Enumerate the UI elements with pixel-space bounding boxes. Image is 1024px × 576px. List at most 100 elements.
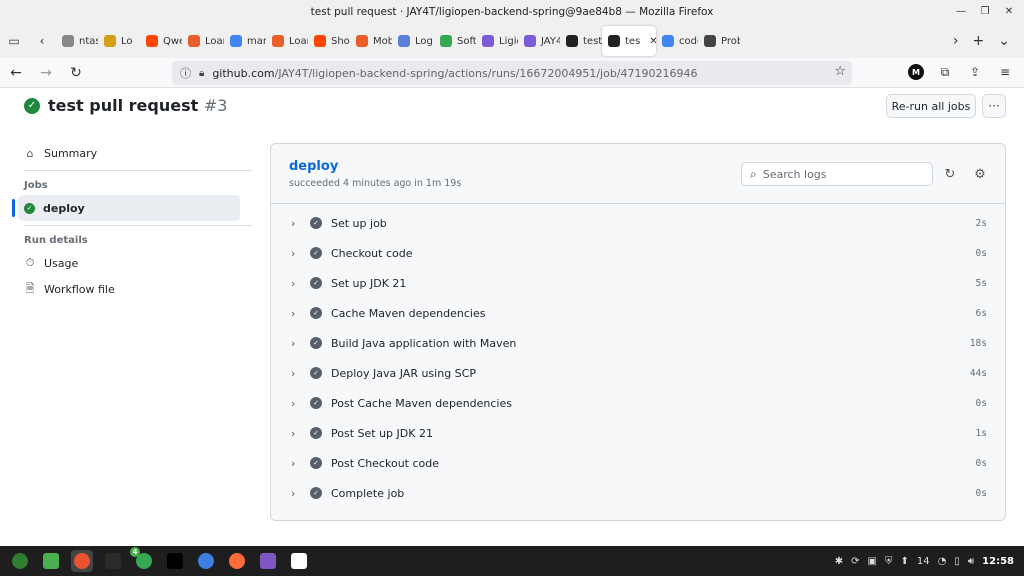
tab-2[interactable]: Qwe	[140, 26, 182, 56]
window-title: test pull request · JAY4T/ligiopen-backe…	[310, 6, 714, 18]
shield-icon[interactable]: ⛨	[885, 556, 893, 567]
chevron-right-icon[interactable]: ›	[291, 397, 295, 410]
step-success-icon: ✓	[310, 277, 322, 289]
intellij-icon[interactable]	[164, 550, 186, 572]
drive-favicon	[440, 35, 452, 47]
firefox-icon[interactable]	[71, 550, 93, 572]
tab-4[interactable]: marb	[224, 26, 266, 56]
page-content: ✓ test pull request #3 Re-run all jobs ·…	[0, 88, 1024, 546]
slack-icon[interactable]	[288, 550, 310, 572]
chevron-right-icon[interactable]: ›	[291, 247, 295, 260]
scroll-tabs-right-icon[interactable]: ›	[953, 33, 959, 49]
sidebar-item-label: Workflow file	[44, 282, 115, 296]
sidebar-item-summary[interactable]: ⌂ Summary	[12, 140, 240, 166]
wifi-icon[interactable]: ◔	[938, 556, 947, 567]
step-success-icon: ✓	[310, 397, 322, 409]
job-step[interactable]: › ✓ Deploy Java JAR using SCP 44s	[271, 358, 1005, 388]
postman-icon[interactable]	[226, 550, 248, 572]
job-step[interactable]: › ✓ Post Cache Maven dependencies 0s	[271, 388, 1005, 418]
tab-label: Ligio	[499, 35, 518, 47]
text-editor-icon[interactable]	[257, 550, 279, 572]
tab-5[interactable]: Loan	[266, 26, 308, 56]
address-bar[interactable]: ⓘ 🔒︎ github.com/JAY4T/ligiopen-backend-s…	[172, 61, 852, 85]
sidebar-item-deploy[interactable]: ✓ deploy	[12, 195, 240, 221]
slack-tray-icon[interactable]: ✱	[835, 556, 843, 567]
job-step[interactable]: › ✓ Post Set up JDK 21 1s	[271, 418, 1005, 448]
chrome-icon[interactable]: 4	[130, 547, 155, 572]
sidebar-item-workflow-file[interactable]: 🗎︎ Workflow file	[12, 276, 240, 302]
volume-icon[interactable]: 🔊︎	[968, 556, 974, 567]
job-step[interactable]: › ✓ Complete job 0s	[271, 478, 1005, 508]
tab-10[interactable]: Ligio	[476, 26, 518, 56]
chevron-right-icon[interactable]: ›	[291, 427, 295, 440]
tab-9[interactable]: Softv	[434, 26, 476, 56]
minimize-icon[interactable]: —	[954, 4, 968, 18]
chevron-right-icon[interactable]: ›	[291, 337, 295, 350]
sidebar-item-usage[interactable]: ⏱︎ Usage	[12, 250, 240, 276]
job-step[interactable]: › ✓ Set up JDK 21 5s	[271, 268, 1005, 298]
job-step[interactable]: › ✓ Cache Maven dependencies 6s	[271, 298, 1005, 328]
job-step[interactable]: › ✓ Checkout code 0s	[271, 238, 1005, 268]
tab-label: Lo	[121, 35, 133, 47]
share-icon[interactable]: ⇪	[966, 63, 984, 81]
mint-menu-icon[interactable]	[9, 550, 31, 572]
job-step[interactable]: › ✓ Post Checkout code 0s	[271, 448, 1005, 478]
android-studio-icon[interactable]	[195, 550, 217, 572]
update-manager-icon[interactable]: ⬆	[900, 556, 908, 567]
tab-11[interactable]: JAY4T	[518, 26, 560, 56]
rerun-all-jobs-button[interactable]: Re-run all jobs	[886, 94, 976, 118]
tab-list-icon[interactable]: ⌄	[998, 33, 1010, 49]
scroll-tabs-left-icon[interactable]: ‹	[28, 27, 56, 55]
tab-6[interactable]: Shou	[308, 26, 350, 56]
tab-7[interactable]: Mobi	[350, 26, 392, 56]
close-tab-icon[interactable]: ✕	[649, 36, 656, 47]
back-icon[interactable]: ←	[2, 59, 30, 87]
tab-15[interactable]: Probl	[698, 26, 740, 56]
extensions-icon[interactable]: ⧉	[936, 63, 954, 81]
gear-icon[interactable]: ⚙	[970, 164, 990, 184]
terminal-icon[interactable]	[102, 550, 124, 572]
tab-bar-actions: › + ⌄	[953, 33, 1024, 49]
refresh-icon[interactable]: ↻	[940, 164, 960, 184]
sync-tray-icon[interactable]: ⟳	[851, 556, 859, 567]
restore-icon[interactable]: ❐	[978, 4, 992, 18]
close-icon[interactable]: ✕	[1002, 4, 1016, 18]
more-options-button[interactable]: ···	[982, 94, 1006, 118]
tab-0[interactable]: ntasc	[56, 26, 98, 56]
menu-icon[interactable]: ≡	[996, 63, 1014, 81]
chevron-right-icon[interactable]: ›	[291, 277, 295, 290]
search-logs-input[interactable]: ⌕ Search logs	[741, 162, 933, 186]
tab-14[interactable]: code	[656, 26, 698, 56]
chevron-right-icon[interactable]: ›	[291, 367, 295, 380]
chevron-right-icon[interactable]: ›	[291, 457, 295, 470]
job-step[interactable]: › ✓ Set up job 2s	[271, 208, 1005, 238]
forward-icon[interactable]: →	[32, 59, 60, 87]
tab-12[interactable]: test p	[560, 26, 602, 56]
tab-1[interactable]: Lo	[98, 26, 140, 56]
reload-icon[interactable]: ↻	[62, 59, 90, 87]
chevron-right-icon[interactable]: ›	[291, 307, 295, 320]
chevron-right-icon[interactable]: ›	[291, 487, 295, 500]
site-info-icon[interactable]: ⓘ	[180, 65, 191, 81]
clipboard-tray-icon[interactable]: ▣	[868, 556, 877, 567]
success-check-icon: ✓	[24, 202, 35, 214]
new-tab-icon[interactable]: +	[973, 33, 985, 49]
taskbar: 4 ✱ ⟳ ▣ ⛨ ⬆ 14 ◔ ▯ 🔊︎ 12:58	[0, 546, 1024, 576]
tab-3[interactable]: Loans	[182, 26, 224, 56]
run-heading: test pull request #3	[48, 96, 227, 115]
tab-overview-icon[interactable]: ▭	[0, 27, 28, 55]
extension-m-icon[interactable]: M	[908, 64, 924, 80]
step-success-icon: ✓	[310, 217, 322, 229]
tab-8[interactable]: Log i	[392, 26, 434, 56]
battery-icon[interactable]: ▯	[954, 556, 960, 567]
search-icon: ⌕	[750, 166, 757, 181]
success-check-icon: ✓	[24, 97, 40, 114]
chevron-right-icon[interactable]: ›	[291, 217, 295, 230]
clock[interactable]: 12:58	[982, 556, 1014, 567]
job-step[interactable]: › ✓ Build Java application with Maven 18s	[271, 328, 1005, 358]
step-duration: 44s	[969, 367, 987, 379]
job-name[interactable]: deploy	[289, 159, 338, 174]
tab-13[interactable]: tes ✕	[602, 26, 656, 56]
bookmark-star-icon[interactable]: ☆	[834, 64, 846, 79]
files-icon[interactable]	[40, 550, 62, 572]
